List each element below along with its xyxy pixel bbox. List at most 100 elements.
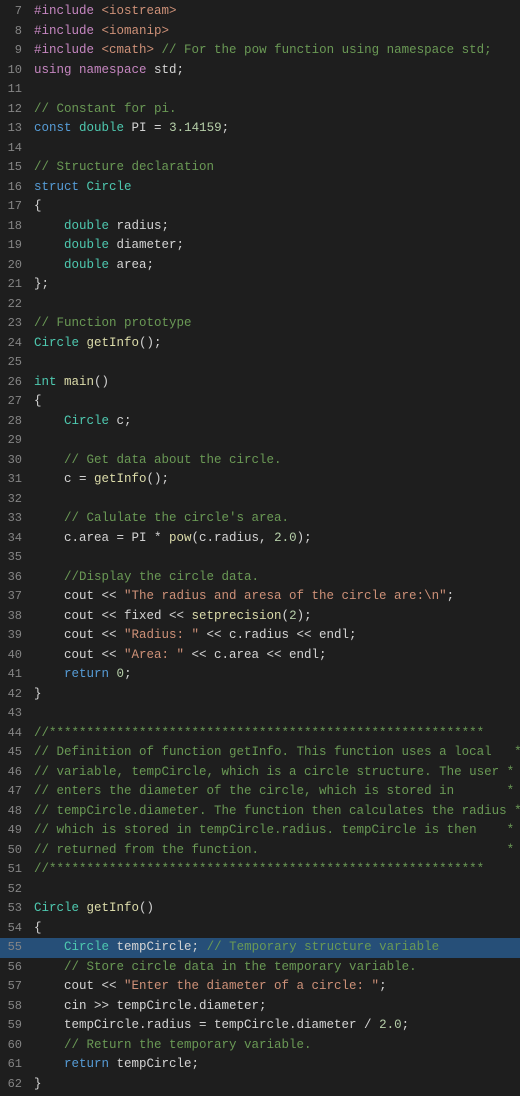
plain-token xyxy=(34,511,64,525)
fn-token: getInfo xyxy=(87,901,140,915)
kw2-token: namespace xyxy=(79,63,147,77)
plain-token: ; xyxy=(222,121,230,135)
line-content: cout << "Enter the diameter of a circle:… xyxy=(30,977,520,996)
type-token: double xyxy=(64,238,109,252)
plain-token: { xyxy=(34,394,42,408)
plain-token: ; xyxy=(447,589,455,603)
fn-token: getInfo xyxy=(94,472,147,486)
plain-token: c.area = PI * xyxy=(34,531,169,545)
line-number: 36 xyxy=(0,568,30,587)
line-number: 48 xyxy=(0,802,30,821)
plain-token: ; xyxy=(379,979,387,993)
line-content xyxy=(30,431,520,450)
code-line: 47 // enters the diameter of the circle, … xyxy=(0,782,520,802)
line-number: 22 xyxy=(0,295,30,314)
line-content: cin >> tempCircle.diameter; xyxy=(30,997,520,1016)
line-number: 7 xyxy=(0,2,30,21)
line-content xyxy=(30,704,520,723)
pp-token: #include xyxy=(34,24,94,38)
code-line: 52 xyxy=(0,880,520,900)
plain-token: diameter; xyxy=(109,238,184,252)
line-content: cout << fixed << setprecision(2); xyxy=(30,607,520,626)
line-number: 28 xyxy=(0,412,30,431)
plain-token: }; xyxy=(34,277,49,291)
code-line: 39 cout << "Radius: " << c.radius << end… xyxy=(0,626,520,646)
code-line: 23// Function prototype xyxy=(0,314,520,334)
line-content: const double PI = 3.14159; xyxy=(30,119,520,138)
line-number: 58 xyxy=(0,997,30,1016)
line-content: // Get data about the circle. xyxy=(30,451,520,470)
code-line: 30 // Get data about the circle. xyxy=(0,451,520,471)
line-content: //**************************************… xyxy=(30,724,520,743)
plain-token: cout << xyxy=(34,589,124,603)
line-number: 20 xyxy=(0,256,30,275)
plain-token xyxy=(57,375,65,389)
code-line: 58 cin >> tempCircle.diameter; xyxy=(0,997,520,1017)
code-line: 38 cout << fixed << setprecision(2); xyxy=(0,607,520,627)
plain-token: area; xyxy=(109,258,154,272)
line-number: 23 xyxy=(0,314,30,333)
cmt-token: // Return the temporary variable. xyxy=(64,1038,312,1052)
plain-token: PI = xyxy=(124,121,169,135)
code-line: 7#include <iostream> xyxy=(0,2,520,22)
line-content: // Return the temporary variable. xyxy=(30,1036,520,1055)
line-content: #include <iomanip> xyxy=(30,22,520,41)
line-content: cout << "Area: " << c.area << endl; xyxy=(30,646,520,665)
line-content: }; xyxy=(30,275,520,294)
plain-token: ; xyxy=(402,1018,410,1032)
cmt-token: // Temporary structure variable xyxy=(207,940,440,954)
type-token: double xyxy=(79,121,124,135)
code-line: 29 xyxy=(0,431,520,451)
line-number: 41 xyxy=(0,665,30,684)
cmt-token: // Constant for pi. xyxy=(34,102,177,116)
plain-token xyxy=(34,570,64,584)
plain-token xyxy=(72,121,80,135)
code-line: 50// returned from the function. * xyxy=(0,841,520,861)
line-number: 46 xyxy=(0,763,30,782)
line-number: 32 xyxy=(0,490,30,509)
line-number: 40 xyxy=(0,646,30,665)
code-line: 56 // Store circle data in the temporary… xyxy=(0,958,520,978)
line-number: 8 xyxy=(0,22,30,41)
plain-token: cout << xyxy=(34,628,124,642)
line-number: 33 xyxy=(0,509,30,528)
code-line: 24Circle getInfo(); xyxy=(0,334,520,354)
code-line: 22 xyxy=(0,295,520,315)
code-line: 19 double diameter; xyxy=(0,236,520,256)
line-number: 47 xyxy=(0,782,30,801)
code-line: 49// which is stored in tempCircle.radiu… xyxy=(0,821,520,841)
plain-token: } xyxy=(34,687,42,701)
line-number: 57 xyxy=(0,977,30,996)
plain-token: } xyxy=(34,1077,42,1091)
line-content: #include <cmath> // For the pow function… xyxy=(30,41,520,60)
code-line: 46// variable, tempCircle, which is a ci… xyxy=(0,763,520,783)
plain-token xyxy=(79,901,87,915)
line-content: // which is stored in tempCircle.radius.… xyxy=(30,821,520,840)
cmt-token: // enters the diameter of the circle, wh… xyxy=(34,784,514,798)
line-content: double radius; xyxy=(30,217,520,236)
code-line: 8#include <iomanip> xyxy=(0,22,520,42)
line-content: { xyxy=(30,197,520,216)
line-content: // tempCircle.diameter. The function the… xyxy=(30,802,520,821)
cmt-token: // Store circle data in the temporary va… xyxy=(64,960,417,974)
plain-token: ); xyxy=(297,609,312,623)
line-number: 61 xyxy=(0,1055,30,1074)
code-line: 43 xyxy=(0,704,520,724)
line-content: // variable, tempCircle, which is a circ… xyxy=(30,763,520,782)
line-number: 59 xyxy=(0,1016,30,1035)
plain-token xyxy=(94,43,102,57)
line-content: //**************************************… xyxy=(30,860,520,879)
code-line: 31 c = getInfo(); xyxy=(0,470,520,490)
str-token: "Enter the diameter of a circle: " xyxy=(124,979,379,993)
line-content: Circle tempCircle; // Temporary structur… xyxy=(30,938,520,957)
cmt-token: // For the pow function using namespace … xyxy=(154,43,492,57)
line-content: } xyxy=(30,1075,520,1094)
code-line: 33 // Calulate the circle's area. xyxy=(0,509,520,529)
code-line: 54{ xyxy=(0,919,520,939)
plain-token xyxy=(79,336,87,350)
line-number: 52 xyxy=(0,880,30,899)
code-line: 10using namespace std; xyxy=(0,61,520,81)
plain-token xyxy=(79,180,87,194)
fn-token: getInfo xyxy=(87,336,140,350)
plain-token: c; xyxy=(109,414,132,428)
